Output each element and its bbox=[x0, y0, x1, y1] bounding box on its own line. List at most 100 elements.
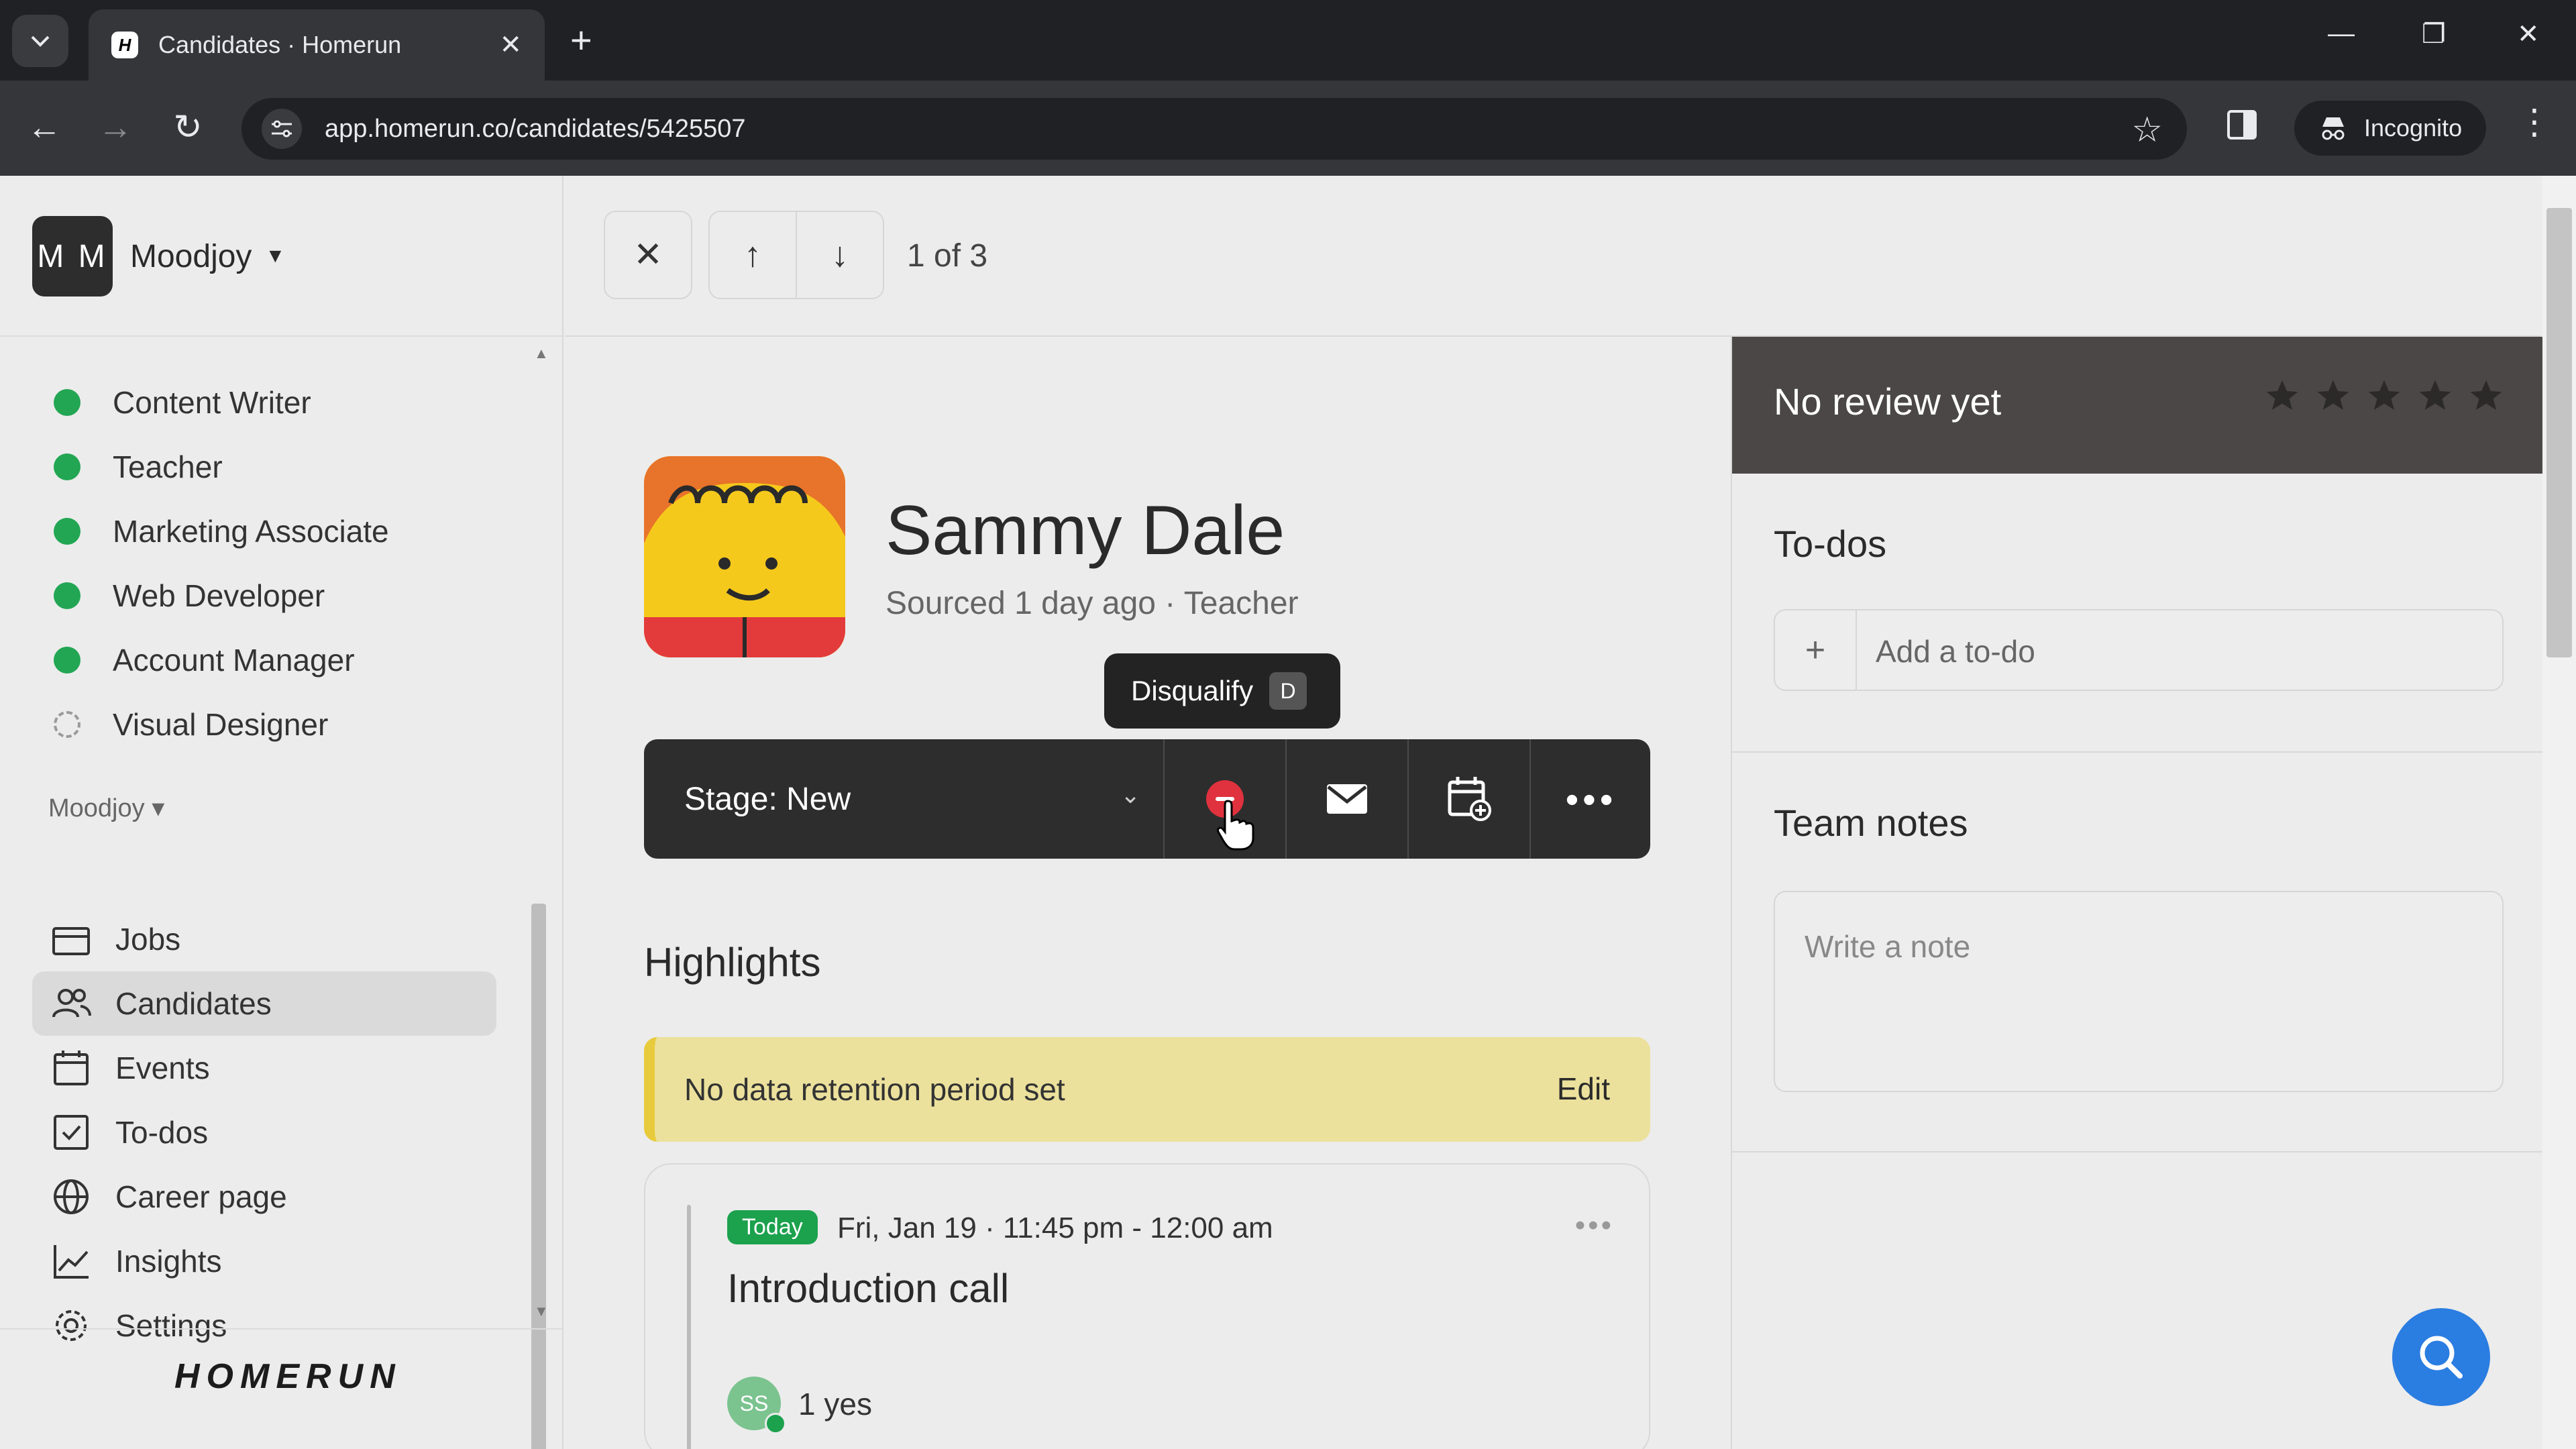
highlights-heading: Highlights bbox=[644, 940, 821, 985]
plus-icon[interactable]: + bbox=[1775, 610, 1857, 690]
more-dots-icon: ••• bbox=[1565, 777, 1617, 820]
envelope-icon bbox=[1327, 784, 1367, 814]
site-settings-icon[interactable] bbox=[262, 109, 302, 149]
tab-close-icon[interactable]: ✕ bbox=[499, 30, 522, 60]
nav-item-todos[interactable]: To-dos bbox=[32, 1100, 496, 1165]
job-item-visual-designer[interactable]: Visual Designer bbox=[54, 692, 389, 757]
forward-arrow-icon[interactable]: → bbox=[94, 107, 137, 148]
job-label: Visual Designer bbox=[113, 707, 329, 742]
nav-item-insights[interactable]: Insights bbox=[32, 1229, 496, 1293]
scroll-down-arrow-icon[interactable]: ▼ bbox=[534, 1303, 549, 1320]
shortcut-key: D bbox=[1269, 672, 1307, 710]
stage-select[interactable]: Stage: New bbox=[684, 739, 851, 859]
retention-text: No data retention period set bbox=[684, 1072, 1065, 1107]
nav-label: Career page bbox=[115, 1179, 287, 1214]
scroll-up-arrow-icon[interactable]: ▲ bbox=[534, 345, 549, 362]
globe-icon bbox=[54, 1179, 89, 1214]
incognito-icon bbox=[2322, 117, 2345, 140]
star-icon[interactable] bbox=[2314, 377, 2352, 415]
nav-item-career-page[interactable]: Career page bbox=[32, 1165, 496, 1229]
candidate-avatar bbox=[644, 456, 845, 657]
star-icon[interactable] bbox=[2467, 377, 2505, 415]
star-rating[interactable] bbox=[2263, 377, 2505, 415]
job-item-web-developer[interactable]: Web Developer bbox=[54, 564, 389, 628]
disqualify-tooltip: Disqualify D bbox=[1104, 653, 1340, 729]
new-tab-button[interactable]: + bbox=[570, 20, 592, 60]
gear-icon bbox=[56, 1310, 87, 1341]
address-bar[interactable]: app.homerun.co/candidates/5425507 ☆ bbox=[241, 98, 2187, 160]
event-card[interactable]: Today Fri, Jan 19 · 11:45 pm - 12:00 am … bbox=[644, 1163, 1650, 1449]
status-dot-icon bbox=[54, 582, 80, 609]
candidate-navigation-bar: ✕ ↑ ↓ 1 of 3 bbox=[565, 176, 2541, 337]
chart-icon bbox=[54, 1245, 89, 1279]
team-note-input[interactable]: Write a note bbox=[1774, 891, 2504, 1092]
job-item-content-writer[interactable]: Content Writer bbox=[54, 370, 389, 435]
tab-search-button[interactable] bbox=[12, 15, 68, 67]
divider bbox=[1732, 1151, 2542, 1152]
main-nav: Jobs Candidates Events To-dos Career pag… bbox=[32, 907, 496, 1358]
url-text: app.homerun.co/candidates/5425507 bbox=[325, 114, 746, 143]
page-scrollbar[interactable] bbox=[2546, 208, 2572, 657]
side-panel-icon[interactable] bbox=[2227, 110, 2257, 140]
restore-window-button[interactable]: ❐ bbox=[2422, 19, 2446, 50]
browser-menu-icon[interactable]: ⋮ bbox=[2517, 102, 2552, 142]
status-dot-icon bbox=[54, 518, 80, 545]
checkbox-icon bbox=[54, 1115, 89, 1150]
nav-label: Jobs bbox=[115, 922, 181, 957]
nav-item-candidates[interactable]: Candidates bbox=[32, 971, 496, 1036]
sidebar-scrollbar[interactable] bbox=[531, 904, 546, 1449]
calendar-plus-icon bbox=[1448, 777, 1491, 821]
workspace-switcher[interactable]: M M Moodjoy ▼ bbox=[32, 216, 285, 297]
event-timeline-bar bbox=[687, 1205, 691, 1449]
star-icon[interactable] bbox=[2416, 377, 2454, 415]
job-item-marketing-associate[interactable]: Marketing Associate bbox=[54, 499, 389, 564]
previous-candidate-button[interactable]: ↑ bbox=[708, 211, 797, 299]
nav-label: Settings bbox=[115, 1308, 227, 1343]
briefcase-icon bbox=[52, 927, 90, 955]
email-button[interactable] bbox=[1287, 739, 1407, 859]
calendar-icon bbox=[54, 1051, 89, 1085]
review-title: No review yet bbox=[1774, 380, 2002, 423]
back-arrow-icon[interactable]: ← bbox=[23, 107, 66, 148]
incognito-profile-button[interactable]: Incognito bbox=[2294, 101, 2487, 156]
next-candidate-button[interactable]: ↓ bbox=[796, 211, 884, 299]
browser-tab-strip: H Candidates · Homerun ✕ + — ❐ ✕ bbox=[0, 0, 2576, 80]
minimize-window-button[interactable]: — bbox=[2328, 19, 2355, 49]
reload-icon[interactable]: ↻ bbox=[166, 107, 209, 148]
schedule-event-button[interactable] bbox=[1409, 739, 1529, 859]
job-label: Account Manager bbox=[113, 643, 355, 678]
candidate-name: Sammy Dale bbox=[885, 492, 1285, 570]
more-actions-button[interactable]: ••• bbox=[1531, 739, 1652, 859]
candidate-subtitle: Sourced 1 day ago · Teacher bbox=[885, 586, 1299, 621]
today-badge: Today bbox=[727, 1210, 818, 1244]
add-todo-input[interactable]: + Add a to-do bbox=[1774, 609, 2504, 691]
active-tab[interactable]: H Candidates · Homerun ✕ bbox=[89, 9, 545, 80]
nav-section-label[interactable]: Moodjoy ▾ bbox=[48, 793, 164, 823]
tooltip-label: Disqualify bbox=[1131, 675, 1254, 706]
nav-label: Events bbox=[115, 1051, 210, 1085]
job-item-account-manager[interactable]: Account Manager bbox=[54, 628, 389, 692]
event-options-button[interactable]: ••• bbox=[1575, 1209, 1614, 1242]
job-label: Marketing Associate bbox=[113, 514, 389, 549]
nav-item-jobs[interactable]: Jobs bbox=[32, 907, 496, 971]
event-time: Fri, Jan 19 · 11:45 pm - 12:00 am bbox=[837, 1212, 1273, 1244]
close-candidate-button[interactable]: ✕ bbox=[604, 211, 692, 299]
nav-item-settings[interactable]: Settings bbox=[32, 1293, 496, 1358]
nav-label: Candidates bbox=[115, 986, 272, 1021]
workspace-avatar: M M bbox=[32, 216, 113, 297]
help-search-button[interactable] bbox=[2392, 1308, 2490, 1406]
todos-heading: To-dos bbox=[1774, 523, 1887, 565]
edit-retention-button[interactable]: Edit bbox=[1557, 1071, 1610, 1107]
jobs-list: Content Writer Teacher Marketing Associa… bbox=[54, 370, 389, 757]
homerun-favicon-icon: H bbox=[111, 32, 138, 58]
bookmark-star-icon[interactable]: ☆ bbox=[2131, 110, 2163, 150]
star-icon[interactable] bbox=[2365, 377, 2403, 415]
search-icon bbox=[2420, 1336, 2463, 1379]
nav-item-events[interactable]: Events bbox=[32, 1036, 496, 1100]
check-badge-icon bbox=[765, 1413, 786, 1434]
divider bbox=[0, 335, 562, 337]
star-icon[interactable] bbox=[2263, 377, 2301, 415]
chevron-down-icon: ⌄ bbox=[1120, 781, 1141, 808]
job-item-teacher[interactable]: Teacher bbox=[54, 435, 389, 499]
close-window-button[interactable]: ✕ bbox=[2517, 19, 2540, 50]
